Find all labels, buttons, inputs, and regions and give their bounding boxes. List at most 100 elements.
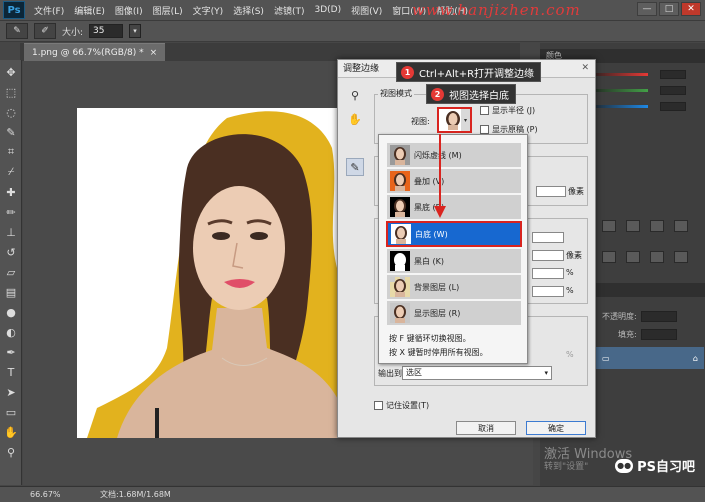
eraser-tool-icon[interactable]: ▱ (3, 264, 19, 280)
view-option-background-layer[interactable]: 背景图层 (L) (387, 275, 521, 299)
document-tab[interactable]: 1.png @ 66.7%(RGB/8) * × (24, 43, 166, 61)
type-tool-icon[interactable]: T (3, 364, 19, 380)
refine-radius-brush-icon[interactable]: ✎ (346, 158, 364, 176)
menu-filter[interactable]: 滤镜(T) (269, 4, 310, 17)
cancel-button[interactable]: 取消 (456, 421, 516, 435)
menu-type[interactable]: 文字(Y) (188, 4, 229, 17)
smooth-field[interactable] (532, 232, 564, 243)
menu-file[interactable]: 文件(F) (29, 4, 69, 17)
shape-tool-icon[interactable]: ▭ (3, 404, 19, 420)
remember-label: 记住设置(T) (386, 401, 430, 410)
view-dropdown-arrow[interactable]: ▾ (461, 107, 472, 133)
brand-text: PS自习吧 (637, 460, 695, 475)
show-original-checkbox[interactable] (480, 125, 489, 134)
size-input[interactable]: 35 (89, 24, 124, 38)
wechat-icon: ●● (615, 458, 634, 473)
remember-checkbox[interactable] (374, 401, 383, 410)
pen-tool-icon[interactable]: ✒ (3, 344, 19, 360)
hand-icon[interactable]: ✋ (346, 110, 364, 128)
contrast-unit: % (566, 268, 574, 277)
crop-tool-icon[interactable]: ⌗ (3, 144, 19, 160)
minimize-button[interactable]: — (637, 2, 657, 16)
menu-select[interactable]: 选择(S) (228, 4, 269, 17)
red-arrow-icon (434, 134, 446, 218)
hue-icon[interactable] (626, 251, 640, 263)
brush-mode-icon[interactable]: ✐ (34, 23, 56, 39)
menu-3d[interactable]: 3D(D) (309, 5, 346, 15)
fill-label: 填充: (618, 329, 637, 339)
view-option-thumb (390, 145, 410, 165)
output-select[interactable]: 选区 ▾ (402, 366, 552, 380)
stamp-tool-icon[interactable]: ⊥ (3, 224, 19, 240)
view-option-black-white[interactable]: 黑白 (K) (387, 249, 521, 273)
green-value-field[interactable] (660, 86, 686, 95)
step-badge: 2 (431, 87, 444, 101)
color-balance-icon[interactable] (650, 251, 664, 263)
lasso-tool-icon[interactable]: ◌ (3, 104, 19, 120)
view-label: 视图: (411, 117, 430, 126)
dodge-tool-icon[interactable]: ◐ (3, 324, 19, 340)
view-option-overlay[interactable]: 叠加 (V) (387, 169, 521, 193)
view-option-on-black[interactable]: 黑底 (B) (387, 195, 521, 219)
blur-tool-icon[interactable]: ● (3, 304, 19, 320)
show-radius-checkbox[interactable] (480, 106, 489, 115)
selected-layer-row[interactable]: ▭ ⌂ (596, 347, 704, 369)
show-radius-row[interactable]: 显示半径 (J) (480, 105, 535, 116)
red-value-field[interactable] (660, 70, 686, 79)
remember-settings-row[interactable]: 记住设置(T) (374, 400, 429, 411)
hand-tool-icon[interactable]: ✋ (3, 424, 19, 440)
radius-unit: 像素 (568, 187, 584, 196)
tab-close-icon[interactable]: × (150, 48, 158, 58)
maximize-button[interactable]: □ (659, 2, 679, 16)
feather-unit: 像素 (566, 251, 582, 260)
opacity-field[interactable] (640, 310, 677, 322)
callout-step-1: 1 Ctrl+Alt+R打开调整边缘 (396, 62, 542, 82)
menu-view[interactable]: 视图(V) (346, 4, 387, 17)
view-hint-x: 按 X 键暂时停用所有视图。 (389, 348, 488, 357)
brush-tool-icon[interactable]: ✏ (3, 204, 19, 220)
view-option-on-white[interactable]: 白底 (W) (386, 221, 522, 247)
quick-select-icon[interactable]: ✎ (3, 124, 19, 140)
blue-value-field[interactable] (660, 102, 686, 111)
contrast-field[interactable] (532, 268, 564, 279)
eyedropper-icon[interactable]: ⌿ (3, 164, 19, 180)
bw-icon[interactable] (674, 251, 688, 263)
brightness-icon[interactable] (602, 220, 616, 232)
status-bar: 66.67% 文档:1.68M/1.68M (0, 486, 705, 502)
brush-preset-icon[interactable]: ✎ (6, 23, 28, 39)
path-select-icon[interactable]: ➤ (3, 384, 19, 400)
gradient-tool-icon[interactable]: ▤ (3, 284, 19, 300)
marquee-tool-icon[interactable]: ⬚ (3, 84, 19, 100)
dialog-close-icon[interactable]: ✕ (581, 63, 589, 73)
levels-icon[interactable] (626, 220, 640, 232)
menu-image[interactable]: 图像(I) (110, 4, 148, 17)
menu-layer[interactable]: 图层(L) (148, 4, 188, 17)
exposure-icon[interactable] (674, 220, 688, 232)
blue-slider[interactable] (588, 105, 648, 108)
healing-brush-icon[interactable]: ✚ (3, 184, 19, 200)
move-tool-icon[interactable]: ✥ (3, 64, 19, 80)
view-option-thumb (390, 171, 410, 191)
menu-bar: Ps 文件(F) 编辑(E) 图像(I) 图层(L) 文字(Y) 选择(S) 滤… (0, 0, 705, 20)
close-window-button[interactable]: ✕ (681, 2, 701, 16)
green-slider[interactable] (588, 89, 648, 92)
fill-field[interactable] (640, 328, 677, 340)
size-dropdown[interactable]: ▾ (129, 24, 142, 38)
menu-edit[interactable]: 编辑(E) (69, 4, 110, 17)
zoom-level[interactable]: 66.67% (30, 490, 70, 499)
red-slider[interactable] (588, 73, 648, 76)
zoom-icon[interactable]: ⚲ (346, 86, 364, 104)
shift-edge-field[interactable] (532, 286, 564, 297)
options-bar: ✎ ✐ 大小: 35 ▾ (0, 20, 705, 42)
history-brush-icon[interactable]: ↺ (3, 244, 19, 260)
ok-button[interactable]: 确定 (526, 421, 586, 435)
curves-icon[interactable] (650, 220, 664, 232)
radius-field[interactable] (536, 186, 566, 197)
view-option-label: 白底 (W) (415, 229, 448, 239)
view-option-reveal-layer[interactable]: 显示图层 (R) (387, 301, 521, 325)
feather-field[interactable] (532, 250, 564, 261)
zoom-tool-icon[interactable]: ⚲ (3, 444, 19, 460)
brand-watermark: ●● PS自习吧 (615, 456, 695, 475)
view-option-marching-ants[interactable]: 闪烁虚线 (M) (387, 143, 521, 167)
vibrance-icon[interactable] (602, 251, 616, 263)
